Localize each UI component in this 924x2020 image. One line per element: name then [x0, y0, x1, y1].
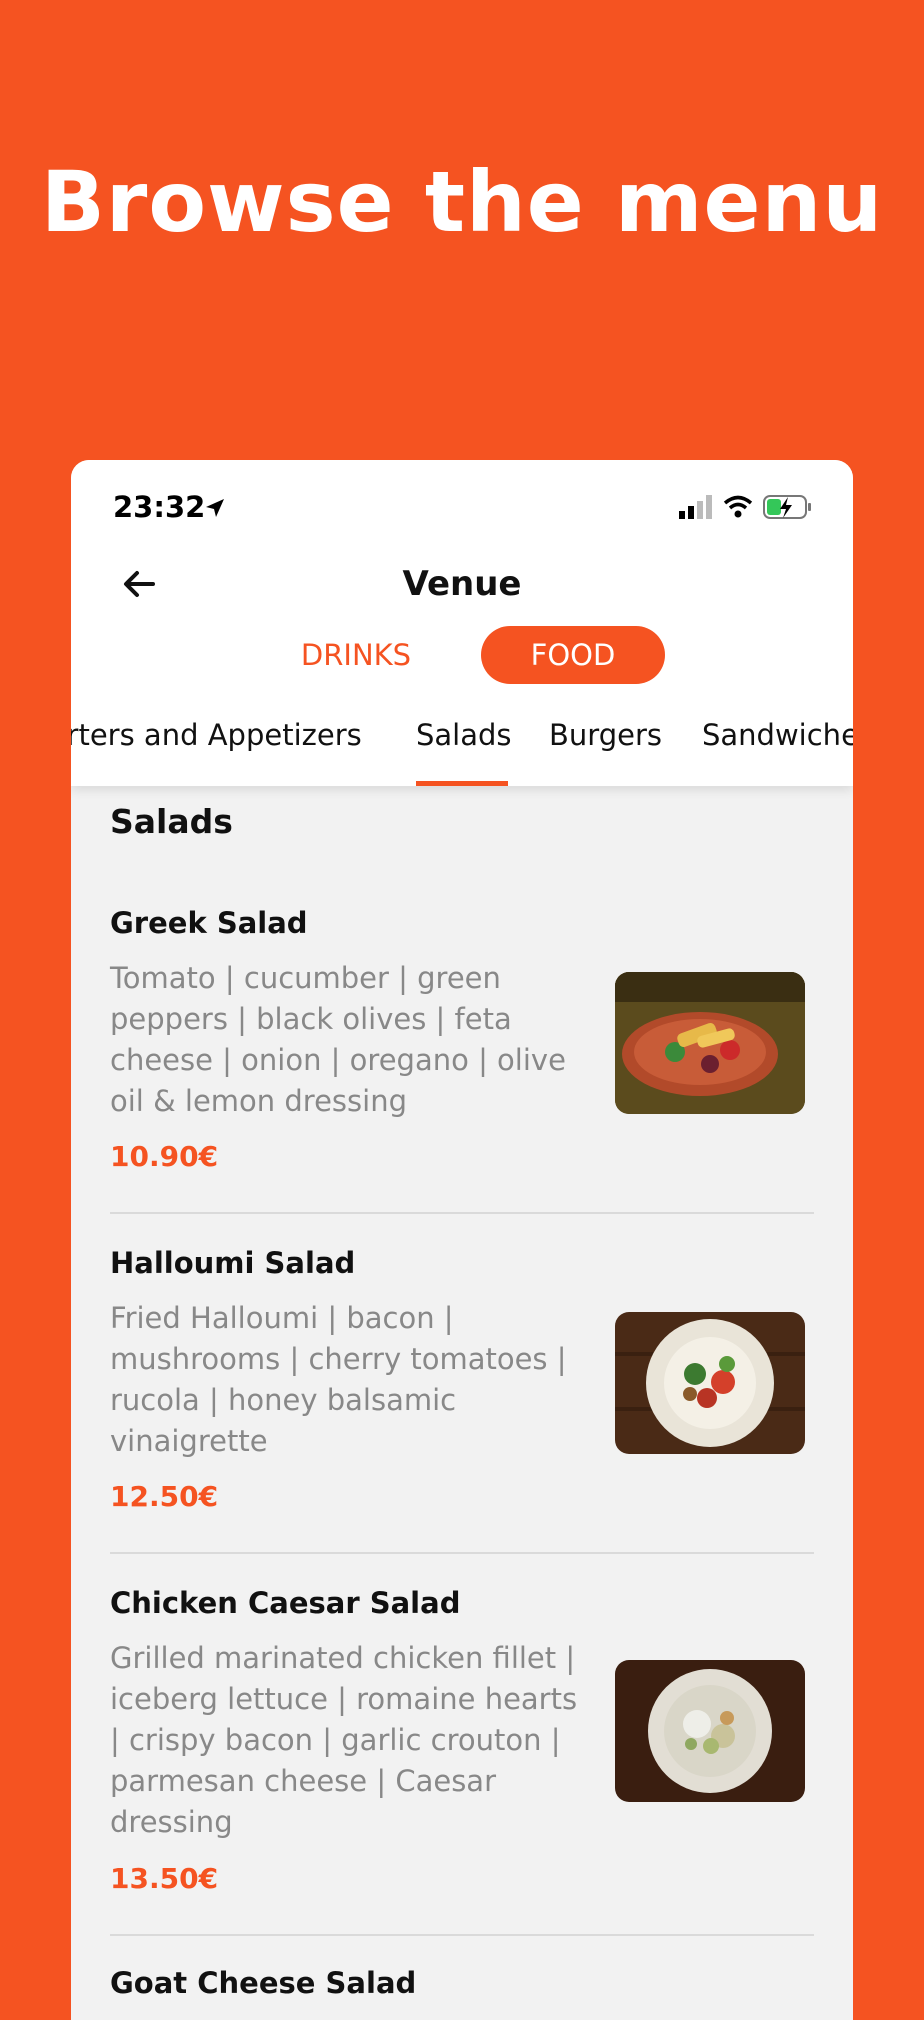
item-name: Halloumi Salad — [110, 1246, 356, 1280]
nav-bar: Venue — [71, 550, 853, 620]
item-name: Greek Salad — [110, 906, 308, 940]
headline: Browse the menu — [40, 153, 884, 251]
active-category-indicator — [416, 781, 508, 786]
item-description: Fried Halloumi | bacon | mushrooms | che… — [110, 1301, 567, 1458]
menu-type-toggle: DRINKS FOOD — [71, 626, 853, 684]
status-bar: 23:32 — [113, 488, 813, 528]
item-divider — [110, 1934, 814, 1936]
item-photo-chicken-caesar-salad — [615, 1660, 805, 1802]
category-tabs: Starters and Appetizers Salads Burgers S… — [71, 708, 853, 786]
status-icons — [679, 494, 813, 520]
wifi-icon — [723, 495, 753, 518]
item-price: 12.50€ — [110, 1480, 219, 1513]
food-tab[interactable]: FOOD — [481, 626, 665, 684]
item-name: Goat Cheese Salad — [110, 1966, 417, 2000]
item-description: Grilled marinated chicken fillet | icebe… — [110, 1641, 578, 1839]
item-photo-halloumi-salad — [615, 1312, 805, 1454]
category-tab-burgers[interactable]: Burgers — [549, 718, 662, 752]
section-title: Salads — [110, 802, 233, 841]
top-bar: 23:32 Venue DRINKS FOOD rters and Appeti… — [71, 460, 853, 786]
category-tab-salads[interactable]: Salads — [416, 718, 512, 752]
category-tab-sandwiches[interactable]: Sandwiches — [702, 718, 853, 752]
item-name: Chicken Caesar Salad — [110, 1586, 461, 1620]
cellular-signal-icon — [679, 495, 712, 519]
battery-charging-icon — [763, 495, 811, 519]
item-divider — [110, 1212, 814, 1214]
status-time: 23:32 — [113, 490, 206, 524]
location-arrow-icon — [206, 499, 224, 517]
item-description: Tomato | cucumber | green peppers | blac… — [110, 961, 566, 1118]
item-price: 10.90€ — [110, 1140, 219, 1173]
phone-screen: 23:32 Venue DRINKS FOOD rters and Appeti… — [71, 460, 853, 2020]
category-tab-starters[interactable]: Starters and Appetizers — [71, 718, 362, 752]
item-divider — [110, 1552, 814, 1554]
item-photo-greek-salad — [615, 972, 805, 1114]
page-title: Venue — [402, 564, 522, 604]
item-price: 13.50€ — [110, 1862, 219, 1895]
drinks-tab[interactable]: DRINKS — [281, 632, 431, 678]
